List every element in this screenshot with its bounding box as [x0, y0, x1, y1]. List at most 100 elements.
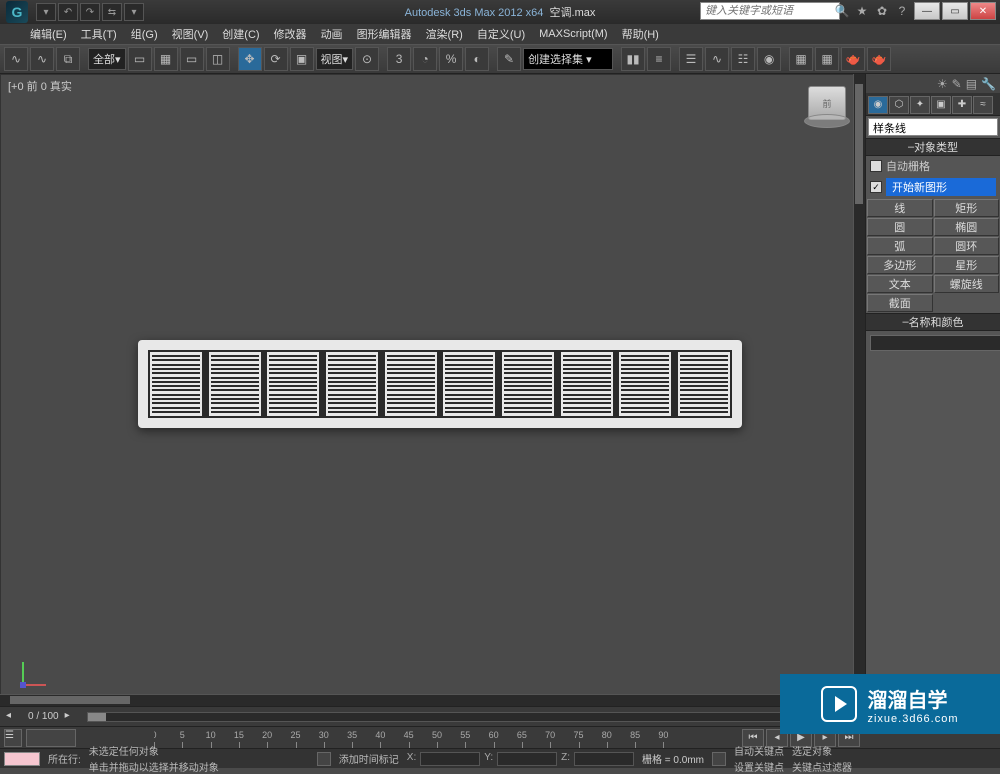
tab-geometry-icon[interactable]: ◉ — [868, 96, 888, 114]
search-icon[interactable]: 🔍 — [834, 3, 850, 19]
btn-circle[interactable]: 圆 — [867, 218, 933, 236]
link-icon[interactable]: ∿ — [4, 47, 28, 71]
viewport-vscroll[interactable] — [853, 74, 865, 694]
trackbar-toggle-icon[interactable]: ☰ — [4, 729, 22, 747]
scale-icon[interactable]: ▣ — [290, 47, 314, 71]
exchange-icon[interactable]: ✿ — [874, 3, 890, 19]
tab-spacewarps-icon[interactable]: ≈ — [973, 96, 993, 114]
move-icon[interactable]: ✥ — [238, 47, 262, 71]
hammer-icon[interactable]: ✎ — [952, 77, 962, 91]
menu-animation[interactable]: 动画 — [321, 26, 343, 42]
select-icon[interactable]: ▭ — [128, 47, 152, 71]
selection-filter-dropdown[interactable]: 全部 ▾ — [88, 48, 126, 70]
select-name-icon[interactable]: ▦ — [154, 47, 178, 71]
select-region-icon[interactable]: ▭ — [180, 47, 204, 71]
time-next-icon[interactable]: ▸ — [65, 710, 81, 724]
menu-modifiers[interactable]: 修改器 — [274, 26, 307, 42]
autokey-button[interactable]: 自动关键点 — [734, 743, 784, 758]
render-icon[interactable]: 🫖 — [841, 47, 865, 71]
trackbar-keys-icon[interactable] — [26, 729, 76, 747]
light-icon[interactable]: ☀ — [937, 77, 948, 91]
rollout-object-type[interactable]: – 对象类型 — [866, 138, 1000, 156]
spinner-snap-icon[interactable]: ◐ — [465, 47, 489, 71]
viewcube-ring[interactable] — [804, 114, 850, 128]
btn-line[interactable]: 线 — [867, 199, 933, 217]
qat-open-icon[interactable]: ▾ — [36, 3, 56, 21]
tab-helpers-icon[interactable]: ✚ — [952, 96, 972, 114]
tab-shapes-icon[interactable]: ⬡ — [889, 96, 909, 114]
btn-star[interactable]: 星形 — [934, 256, 1000, 274]
unlink-icon[interactable]: ∿ — [30, 47, 54, 71]
selset-readout[interactable]: 选定对象 — [792, 743, 852, 758]
qat-redo-icon[interactable]: ↷ — [80, 3, 100, 21]
startnewshape-checkbox[interactable]: ✓ — [870, 181, 882, 193]
viewport-label[interactable]: [+0 前 0 真实 — [8, 78, 72, 94]
maximize-button[interactable]: ▭ — [942, 2, 968, 20]
menu-edit[interactable]: 编辑(E) — [30, 26, 67, 42]
percent-snap-icon[interactable]: % — [439, 47, 463, 71]
maxscript-mini-listener[interactable] — [4, 752, 40, 766]
menu-help[interactable]: 帮助(H) — [622, 26, 659, 42]
menu-rendering[interactable]: 渲染(R) — [426, 26, 463, 42]
selection-lock-icon[interactable] — [317, 752, 331, 766]
btn-section[interactable]: 截面 — [867, 294, 933, 312]
menu-tools[interactable]: 工具(T) — [81, 26, 117, 42]
keyfilter-button[interactable]: 关键点过滤器 — [792, 759, 852, 774]
coord-x-input[interactable] — [420, 752, 480, 766]
minimize-button[interactable]: — — [914, 2, 940, 20]
render-frame-icon[interactable]: ▦ — [815, 47, 839, 71]
coord-y-input[interactable] — [497, 752, 557, 766]
lock-icon[interactable] — [712, 752, 726, 766]
schematic-icon[interactable]: ☷ — [731, 47, 755, 71]
align-icon[interactable]: ≡ — [647, 47, 671, 71]
rollout-name-color[interactable]: – 名称和颜色 — [866, 313, 1000, 331]
tab-lights-icon[interactable]: ✦ — [910, 96, 930, 114]
curve-editor-icon[interactable]: ∿ — [705, 47, 729, 71]
time-slider[interactable]: ◂ 0 / 100 ▸ — [0, 706, 865, 726]
autogrid-checkbox[interactable] — [870, 160, 882, 172]
object-name-input[interactable] — [870, 335, 1000, 351]
pivot-icon[interactable]: ⊙ — [355, 47, 379, 71]
render-setup-icon[interactable]: ▦ — [789, 47, 813, 71]
close-button[interactable]: ✕ — [970, 2, 996, 20]
viewport-hscroll[interactable] — [0, 694, 865, 706]
search-input[interactable] — [700, 2, 840, 20]
btn-text[interactable]: 文本 — [867, 275, 933, 293]
menu-group[interactable]: 组(G) — [131, 26, 158, 42]
named-sel-icon[interactable]: ✎ — [497, 47, 521, 71]
btn-arc[interactable]: 弧 — [867, 237, 933, 255]
refcoord-dropdown[interactable]: 视图 ▾ — [316, 48, 354, 70]
snap-toggle-icon[interactable]: 3 — [387, 47, 411, 71]
tab-cameras-icon[interactable]: ▣ — [931, 96, 951, 114]
qat-link-icon[interactable]: ⇆ — [102, 3, 122, 21]
btn-ellipse[interactable]: 椭圆 — [934, 218, 1000, 236]
qat-more-icon[interactable]: ▾ — [124, 3, 144, 21]
startnewshape-label[interactable]: 开始新图形 — [886, 178, 996, 196]
btn-donut[interactable]: 圆环 — [934, 237, 1000, 255]
menu-maxscript[interactable]: MAXScript(M) — [539, 28, 607, 40]
window-crossing-icon[interactable]: ◫ — [206, 47, 230, 71]
viewcube[interactable]: 前 — [808, 86, 852, 130]
qat-undo-icon[interactable]: ↶ — [58, 3, 78, 21]
rotate-icon[interactable]: ⟳ — [264, 47, 288, 71]
btn-rectangle[interactable]: 矩形 — [934, 199, 1000, 217]
layers-icon[interactable]: ☰ — [679, 47, 703, 71]
display-icon[interactable]: ▤ — [966, 77, 977, 91]
time-track[interactable] — [87, 712, 859, 722]
subcategory-dropdown[interactable]: 样条线 — [868, 118, 998, 136]
model-vent-object[interactable] — [138, 340, 742, 428]
angle-snap-icon[interactable]: ◔ — [413, 47, 437, 71]
time-prev-icon[interactable]: ◂ — [6, 710, 22, 724]
menu-view[interactable]: 视图(V) — [172, 26, 209, 42]
menu-create[interactable]: 创建(C) — [222, 26, 259, 42]
menu-customize[interactable]: 自定义(U) — [477, 26, 525, 42]
btn-ngon[interactable]: 多边形 — [867, 256, 933, 274]
utility-icon[interactable]: 🔧 — [981, 77, 996, 91]
app-logo[interactable]: G — [6, 1, 28, 23]
coord-z-input[interactable] — [574, 752, 634, 766]
setkey-button[interactable]: 设置关键点 — [734, 759, 784, 774]
menu-grapheditors[interactable]: 图形编辑器 — [357, 26, 412, 42]
mirror-icon[interactable]: ▮▮ — [621, 47, 645, 71]
named-selection-dropdown[interactable]: 创建选择集 ▾ — [523, 48, 613, 70]
frame-indicator[interactable]: 0 / 100 — [28, 711, 59, 722]
